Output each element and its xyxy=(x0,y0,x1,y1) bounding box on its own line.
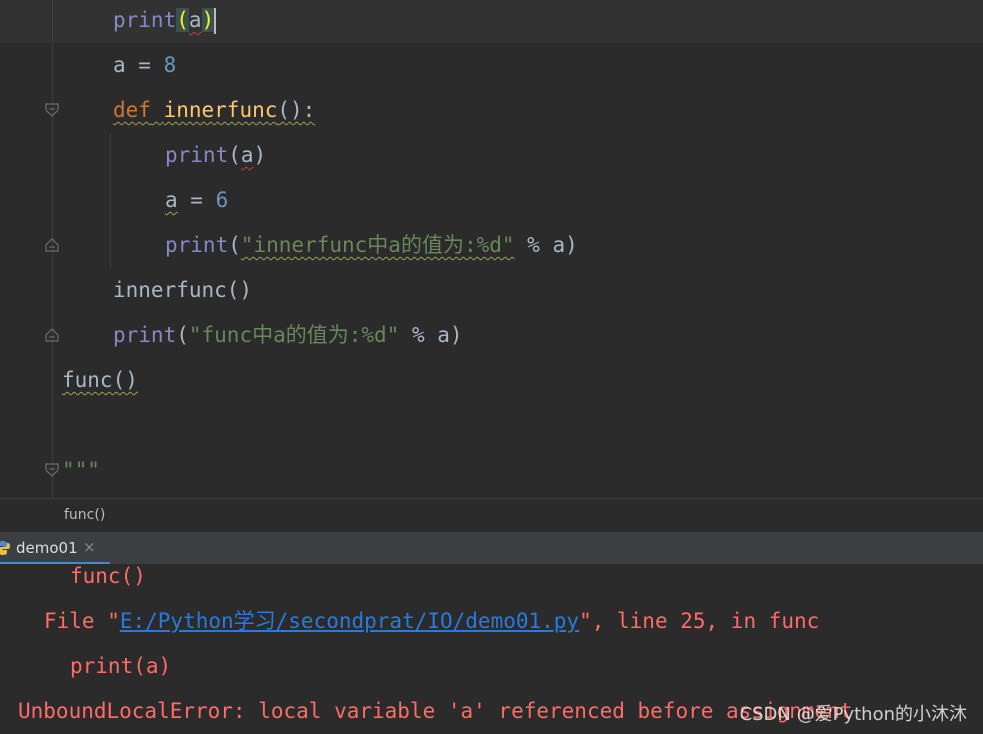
paren-close: ) xyxy=(201,8,215,32)
function-call: func() xyxy=(62,368,138,392)
builtin-print: print xyxy=(113,323,177,347)
number-literal: 8 xyxy=(163,53,177,77)
keyword-def: def xyxy=(113,98,151,122)
paren-open: ( xyxy=(176,323,189,347)
indent-guide xyxy=(110,133,111,268)
string-literal: "func中a的值为:%d" xyxy=(188,323,400,347)
code-line: print("func中a的值为:%d" % a) xyxy=(113,320,463,350)
expression-rest: % a) xyxy=(399,323,463,347)
file-path-link[interactable]: E:/Python学习/secondprat/IO/demo01.py xyxy=(120,609,579,633)
console-line: print(a) xyxy=(70,654,172,678)
console-line: File "E:/Python学习/secondprat/IO/demo01.p… xyxy=(44,606,819,636)
builtin-print: print xyxy=(113,8,177,32)
code-line: innerfunc() xyxy=(113,275,252,305)
operator: = xyxy=(177,188,216,212)
operator: = xyxy=(125,53,164,77)
fold-end-icon[interactable] xyxy=(45,238,59,252)
punctuation: (): xyxy=(277,98,316,122)
string-literal: "innerfunc中a的值为:%d" xyxy=(240,233,515,257)
code-line: def innerfunc(): xyxy=(113,95,315,125)
fold-end-icon[interactable] xyxy=(45,328,59,342)
paren-close: ) xyxy=(253,143,267,167)
console-line: func() xyxy=(70,564,146,588)
code-line: print(a) xyxy=(113,5,217,35)
tab-demo01[interactable]: demo01 × xyxy=(0,532,110,565)
builtin-print: print xyxy=(165,143,229,167)
code-editor[interactable]: print(a) a = 8 def innerfunc(): print(a)… xyxy=(0,0,983,498)
close-icon[interactable]: × xyxy=(83,538,96,556)
run-tool-window-tabs: demo01 × xyxy=(0,531,983,565)
paren-open: ( xyxy=(176,8,189,32)
console-text: File " xyxy=(44,609,120,633)
code-line: func() xyxy=(62,365,138,395)
tab-label: demo01 xyxy=(16,539,78,557)
docstring-quotes: """ xyxy=(62,458,100,482)
number-literal: 6 xyxy=(215,188,229,212)
paren-open: ( xyxy=(228,143,241,167)
watermark: CSDN @爱Python的小沐沐 xyxy=(739,704,967,725)
paren-open: ( xyxy=(228,233,241,257)
function-call: innerfunc() xyxy=(113,278,253,302)
identifier: a xyxy=(113,53,126,77)
breadcrumb-item[interactable]: func() xyxy=(64,507,105,523)
identifier: a xyxy=(240,143,254,167)
code-line: """ xyxy=(62,455,100,485)
expression-rest: % a) xyxy=(514,233,578,257)
code-line: print(a) xyxy=(165,140,266,170)
code-line: a = 6 xyxy=(165,185,228,215)
console-text: ", line 25, in func xyxy=(579,609,820,633)
code-line: a = 8 xyxy=(113,50,176,80)
breadcrumb: func() xyxy=(0,498,983,531)
identifier: a xyxy=(188,8,202,32)
text-caret xyxy=(214,8,217,34)
code-line: print("innerfunc中a的值为:%d" % a) xyxy=(165,230,578,260)
identifier: a xyxy=(165,188,178,212)
function-name: innerfunc xyxy=(163,98,278,122)
python-icon xyxy=(0,541,10,555)
fold-collapse-icon[interactable] xyxy=(45,463,59,477)
error-message: UnboundLocalError: local variable 'a' re… xyxy=(18,699,853,723)
builtin-print: print xyxy=(165,233,229,257)
fold-collapse-icon[interactable] xyxy=(45,103,59,117)
